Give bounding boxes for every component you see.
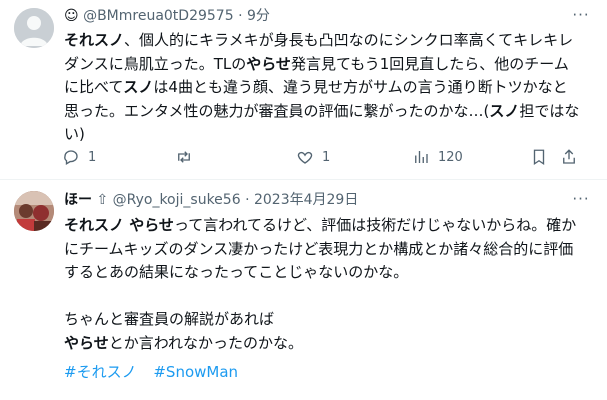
tweet-text-line xyxy=(64,285,591,309)
tweet-text-line: ダンスに鳥肌立った。TLのやらせ発言見てもう1回見直したら、他のチーム xyxy=(64,53,591,77)
tweet-text-line: い) xyxy=(64,123,591,147)
hashtag-list: #それスノ #SnowMan xyxy=(64,362,250,382)
timestamp[interactable]: 9分 xyxy=(247,8,270,24)
hashtag-link[interactable]: #それスノ xyxy=(64,363,137,381)
more-options-button[interactable]: ··· xyxy=(569,8,593,28)
tweet-text-line: にチームキッズのダンス凄かったけど表現力とか構成とか諸々総合的に評価 xyxy=(64,238,591,262)
text-segment: って言われてるけど、評価は技術だけじゃないからね。確か xyxy=(173,216,577,234)
tweet-text: それスノ やらせって言われてるけど、評価は技術だけじゃないからね。確か にチームキ… xyxy=(64,214,591,355)
tweet-actions: 1 1 120 xyxy=(62,147,582,167)
highlighted-text: それスノ xyxy=(64,31,125,49)
like-button[interactable]: 1 xyxy=(296,147,330,167)
display-name[interactable]: ☺ xyxy=(64,8,79,24)
reply-button[interactable]: 1 xyxy=(62,147,96,167)
tweet-text-line: に比べてスノは4曲とも違う顔、違う見せ方がサムの言う通り断トツかなと xyxy=(64,76,591,100)
highlighted-text: やらせ xyxy=(246,54,291,73)
more-options-button[interactable]: ··· xyxy=(569,192,593,212)
tweet-text-line: それスノ、個人的にキラメキが身長も凸凹なのにシンクロ率高くてキレキレ xyxy=(64,29,591,53)
views-count: 120 xyxy=(438,149,463,165)
retweet-button[interactable] xyxy=(175,147,201,167)
text-segment: 担ではな xyxy=(519,101,580,120)
timestamp[interactable]: 2023年4月29日 xyxy=(254,192,358,208)
hashtag-link[interactable]: #SnowMan xyxy=(153,363,238,381)
text-segment: にチームキッズのダンス凄かったけど表現力とか構成とか諸々総合的に評価 xyxy=(64,239,574,258)
text-segment: 、個人的にキラメキが身長も凸凹なのにシンクロ率高くてキレキレ xyxy=(124,31,574,49)
text-segment: とか言われなかったのかな。 xyxy=(108,333,303,352)
tweet-text-line: するとあの結果になったってことじゃないのかな。 xyxy=(64,261,591,285)
tweet-text-line: 思った。エンタメ性の魅力が審査員の評価に繋がったのかな…(スノ担ではな xyxy=(64,100,591,124)
views-icon xyxy=(415,151,428,163)
tweet-header: ほー ⇧ @Ryo_koji_suke56 · 2023年4月29日 xyxy=(64,190,567,210)
highlighted-text: スノ xyxy=(123,78,154,96)
share-button[interactable] xyxy=(560,147,578,167)
tweet-2[interactable]: ほー ⇧ @Ryo_koji_suke56 · 2023年4月29日 ··· そ… xyxy=(0,180,607,400)
heart-icon xyxy=(297,151,313,164)
separator: · xyxy=(238,8,243,24)
display-name[interactable]: ほー xyxy=(64,192,92,208)
avatar[interactable] xyxy=(14,191,54,231)
retweet-icon xyxy=(178,151,190,163)
reply-icon xyxy=(64,150,78,165)
text-segment: は4曲とも違う顔、違う見せ方がサムの言う通り断トツかなと xyxy=(153,78,568,96)
separator: · xyxy=(245,192,250,208)
tweet-header: ☺ @BMmreua0tD29575 · 9分 xyxy=(64,6,567,26)
text-segment: ダンスに鳥肌立った。TLの xyxy=(64,54,247,73)
highlighted-text: それスノ やらせ xyxy=(64,216,174,234)
tweet-text-line: それスノ やらせって言われてるけど、評価は技術だけじゃないからね。確か xyxy=(64,214,591,238)
handle[interactable]: @Ryo_koji_suke56 xyxy=(113,192,241,208)
text-segment: い) xyxy=(64,125,85,143)
handle[interactable]: @BMmreua0tD29575 xyxy=(83,8,234,24)
avatar[interactable] xyxy=(14,8,54,48)
bookmark-button[interactable] xyxy=(530,147,548,167)
user-photo-avatar xyxy=(14,191,54,231)
highlighted-text: やらせ xyxy=(64,333,109,352)
tweet-text: それスノ、個人的にキラメキが身長も凸凹なのにシンクロ率高くてキレキレ ダンスに鳥肌… xyxy=(64,29,591,147)
bookmark-icon xyxy=(533,149,545,166)
share-icon xyxy=(563,149,575,164)
highlighted-text: スノ xyxy=(489,101,520,120)
text-segment: に比べて xyxy=(64,78,124,96)
text-segment: するとあの結果になったってことじゃないのかな。 xyxy=(64,263,409,281)
like-count: 1 xyxy=(322,149,331,165)
tweet-text-line: ちゃんと審査員の解説があれば xyxy=(64,308,591,332)
name-emoji-icon: ⇧ xyxy=(96,192,109,208)
reply-count: 1 xyxy=(88,149,97,165)
views-button[interactable]: 120 xyxy=(412,147,463,167)
text-segment: ちゃんと審査員の解説があれば xyxy=(64,310,275,328)
tweet-1[interactable]: ☺ @BMmreua0tD29575 · 9分 ··· それスノ、個人的にキラメ… xyxy=(0,0,607,180)
text-segment: 思った。エンタメ性の魅力が審査員の評価に繋がったのかな…( xyxy=(64,101,490,120)
text-segment: 発言見てもう1回見直したら、他のチーム xyxy=(290,54,569,73)
tweet-text-line: やらせとか言われなかったのかな。 xyxy=(64,332,591,356)
default-avatar-icon xyxy=(14,8,54,48)
